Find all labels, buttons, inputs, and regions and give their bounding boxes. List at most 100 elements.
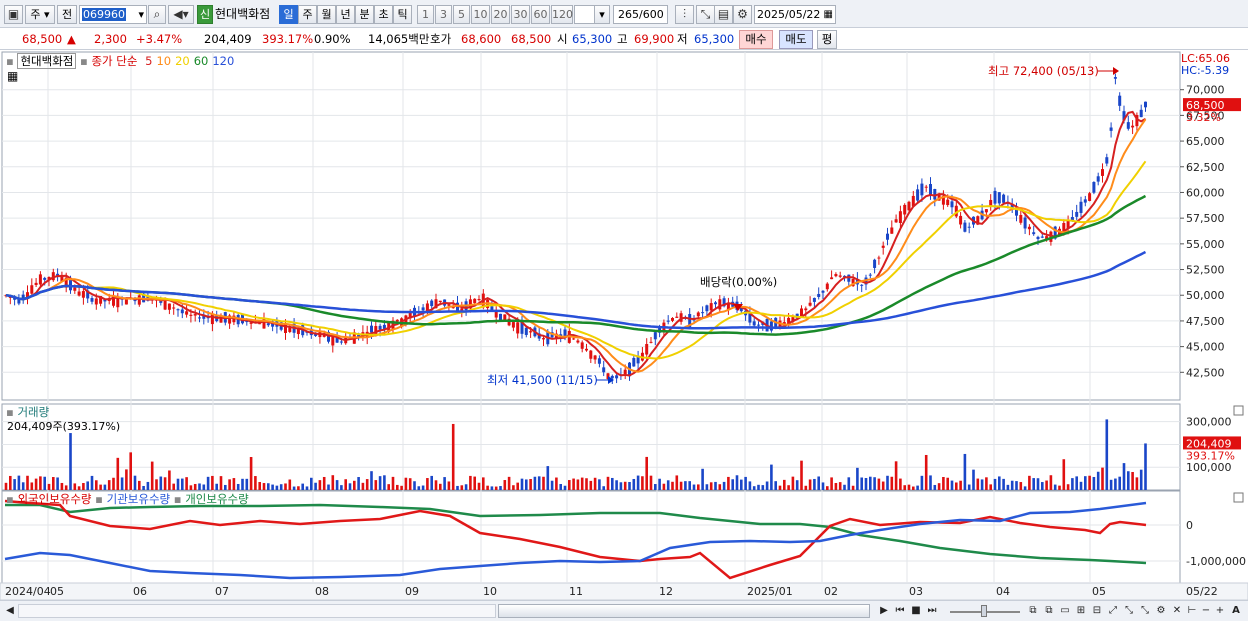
zoom-slider-handle[interactable] <box>981 605 987 617</box>
gear-icon[interactable]: ⚙ <box>1154 603 1168 619</box>
pin-icon[interactable]: ⊢ <box>1186 603 1198 619</box>
volume-bar <box>705 484 709 490</box>
sell-button[interactable]: 매도 <box>779 30 813 49</box>
volume-bar <box>615 480 618 490</box>
volume-bar <box>9 475 12 490</box>
candle-body <box>572 338 576 340</box>
volume-bar <box>26 475 29 490</box>
expand-icon[interactable]: ⤢ <box>1106 603 1120 619</box>
rewind-icon[interactable]: ⏮ <box>893 603 907 619</box>
search-icon[interactable]: ⌕ <box>148 5 166 24</box>
zoom-in-icon[interactable]: + <box>1214 603 1226 619</box>
font-size-icon[interactable]: A <box>1229 603 1243 619</box>
interval-button-6[interactable]: 60 <box>531 5 550 24</box>
layout-icon[interactable]: ⧉ <box>1026 603 1040 619</box>
stock-code-input[interactable]: 069960 ▾ <box>79 5 147 24</box>
interval-button-7[interactable]: 120 <box>551 5 573 24</box>
candle-body <box>714 302 717 305</box>
pane-close-icon[interactable] <box>1233 405 1244 416</box>
volume-bar <box>245 478 249 490</box>
candle-body <box>339 341 343 343</box>
speaker-icon[interactable]: ◀▾ <box>168 5 194 24</box>
volume-bar <box>525 479 528 490</box>
window-menu-icon[interactable]: ▣ <box>4 5 23 24</box>
market-select[interactable]: 주 ▾ <box>25 5 55 24</box>
period-button-4[interactable]: 분 <box>355 5 374 24</box>
volume-bar <box>417 486 421 490</box>
buy-button[interactable]: 매수 <box>739 30 773 49</box>
candle-body <box>1040 236 1044 238</box>
volume-bar <box>869 476 872 490</box>
interval-button-5[interactable]: 30 <box>511 5 530 24</box>
volume-bar <box>890 476 894 490</box>
holdings-institution-label: 기관보유수량 <box>106 492 171 506</box>
pane-close-icon[interactable] <box>1233 492 1244 503</box>
volume-bar <box>864 478 868 490</box>
chevron-down-icon[interactable]: ▾ <box>138 6 144 23</box>
count-input[interactable]: 265/600 <box>613 5 668 24</box>
gear-icon[interactable]: ⚙ <box>733 5 752 24</box>
interval-button-2[interactable]: 5 <box>453 5 470 24</box>
period-button-6[interactable]: 틱 <box>393 5 412 24</box>
period-button-2[interactable]: 월 <box>317 5 336 24</box>
resize-icon[interactable]: ⤡ <box>1138 603 1152 619</box>
grid-icon[interactable]: ⊞ <box>1074 603 1088 619</box>
volume-bar <box>219 476 223 490</box>
volume-bar <box>783 479 786 490</box>
period-button-1[interactable]: 주 <box>298 5 317 24</box>
collapse-icon[interactable]: ▪ <box>6 54 14 68</box>
period-button-3[interactable]: 년 <box>336 5 355 24</box>
window-icon[interactable]: ⧉ <box>1042 603 1056 619</box>
calendar-icon[interactable]: ▦ <box>824 6 833 23</box>
volume-tick-label-0: 300,000 <box>1186 416 1232 429</box>
scroll-left-icon[interactable]: ◀ <box>4 603 16 619</box>
cross-icon[interactable]: ✕ <box>1170 603 1184 619</box>
candle-type-icon[interactable]: ⫶ <box>675 5 694 24</box>
candle-body <box>77 291 81 296</box>
line-tool-icon[interactable]: ⤡ <box>696 5 715 24</box>
volume-bar <box>636 475 640 490</box>
tile-icon[interactable]: ⊟ <box>1090 603 1104 619</box>
period-button-0[interactable]: 일 <box>279 5 298 24</box>
candle-body <box>1079 201 1083 213</box>
volume-bar <box>679 481 683 490</box>
save-icon[interactable]: ▤ <box>714 5 733 24</box>
eval-button[interactable]: 평 <box>817 30 837 49</box>
bid-price: 68,500 <box>511 32 552 46</box>
new-badge: 신 <box>197 5 213 24</box>
volume-bar <box>688 481 691 490</box>
period-button-5[interactable]: 초 <box>374 5 393 24</box>
candle-body <box>1139 109 1143 118</box>
volume-bar <box>34 478 38 490</box>
fast-forward-icon[interactable]: ⏭ <box>925 603 939 619</box>
volume-bar <box>727 476 730 490</box>
volume-bar <box>430 475 433 490</box>
volume-bar <box>224 484 227 490</box>
volume-bar <box>271 484 274 490</box>
volume-bar <box>1041 482 1044 490</box>
prev-button[interactable]: 전 <box>57 5 77 24</box>
trend-icon[interactable]: ⤡ <box>1122 603 1136 619</box>
stock-chart[interactable]: 70,00067,50065,00062,50060,00057,50055,0… <box>0 50 1248 601</box>
zoom-out-icon[interactable]: − <box>1200 603 1212 619</box>
interval-button-0[interactable]: 1 <box>417 5 434 24</box>
scroll-right-icon[interactable]: ▶ <box>878 603 890 619</box>
candle-body <box>821 290 825 293</box>
volume-bar <box>623 481 627 490</box>
stop-icon[interactable]: ■ <box>909 603 923 619</box>
split-icon[interactable]: ▭ <box>1058 603 1072 619</box>
volume-bar <box>1028 475 1031 490</box>
scroll-track[interactable] <box>18 604 496 618</box>
date-input[interactable]: 2025/05/22 ▦ <box>754 5 836 24</box>
volume-bar <box>838 482 842 490</box>
volume-bar <box>206 476 210 490</box>
chevron-down-icon[interactable]: ▾ <box>594 5 610 24</box>
interval-button-3[interactable]: 10 <box>471 5 490 24</box>
scroll-thumb[interactable] <box>498 604 870 618</box>
interval-button-4[interactable]: 20 <box>491 5 510 24</box>
volume-bar <box>976 478 980 490</box>
table-icon[interactable]: ▦ <box>7 69 18 83</box>
interval-button-1[interactable]: 3 <box>435 5 452 24</box>
candle-body <box>881 245 885 248</box>
volume-bar <box>95 480 98 490</box>
